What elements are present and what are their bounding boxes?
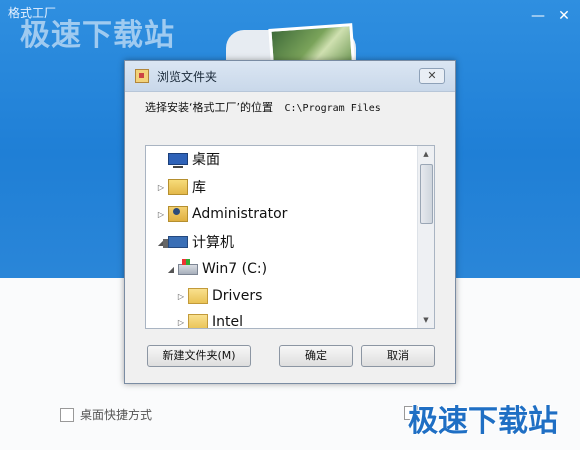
tree-item-drive-c[interactable]: ◢ Win7 (C:) <box>166 258 267 280</box>
user-folder-icon <box>168 206 188 222</box>
tree-item-label: Drivers <box>212 288 263 304</box>
tree-item-intel[interactable]: ▷ Intel <box>176 311 243 329</box>
dialog-titlebar: 浏览文件夹 <box>125 61 455 92</box>
tree-item-library[interactable]: ▷ 库 <box>156 176 206 198</box>
scroll-up-icon[interactable]: ▲ <box>418 146 434 162</box>
tree-item-label: 桌面 <box>192 152 220 168</box>
ok-button[interactable]: 确定 <box>279 345 353 367</box>
tree-item-desktop[interactable]: 桌面 <box>156 148 220 170</box>
dialog-app-icon <box>135 69 149 83</box>
new-folder-button[interactable]: 新建文件夹(M) <box>147 345 251 367</box>
watermark-top: 极速下载站 <box>20 18 175 53</box>
dialog-title: 浏览文件夹 <box>157 69 218 84</box>
desktop-shortcut-option[interactable]: 桌面快捷方式 <box>60 406 152 423</box>
expand-arrow-icon[interactable]: ▷ <box>176 292 186 301</box>
dialog-close-button[interactable]: ✕ <box>419 68 445 84</box>
collapse-arrow-icon[interactable]: ◢ <box>166 265 176 274</box>
scroll-down-icon[interactable]: ▼ <box>418 312 434 328</box>
tree-item-label: 库 <box>192 180 206 196</box>
minimize-button[interactable]: — <box>530 8 546 24</box>
tree-item-label: 计算机 <box>192 235 234 251</box>
folder-icon <box>188 288 208 304</box>
close-button[interactable]: ✕ <box>556 8 572 24</box>
watermark-bottom: 极速下载站 <box>408 404 558 439</box>
expand-arrow-icon[interactable]: ▷ <box>156 210 166 219</box>
desktop-shortcut-label: 桌面快捷方式 <box>80 408 153 422</box>
computer-icon <box>163 236 188 248</box>
expand-arrow-icon[interactable]: ▷ <box>176 318 186 327</box>
prompt-text: 选择安装‘格式工厂’的位置 <box>145 101 273 114</box>
tree-item-label: Administrator <box>192 206 288 222</box>
drive-icon <box>178 258 198 275</box>
library-icon <box>168 179 188 195</box>
desktop-icon <box>168 153 188 168</box>
tree-item-label: Win7 (C:) <box>202 261 268 277</box>
tree-item-computer[interactable]: ◢ 计算机 <box>156 231 234 253</box>
cancel-button[interactable]: 取消 <box>361 345 435 367</box>
folder-icon <box>188 314 208 328</box>
dialog-prompt: 选择安装‘格式工厂’的位置 C:\Program Files <box>145 99 381 115</box>
tree-item-drivers[interactable]: ▷ Drivers <box>176 285 262 307</box>
expand-arrow-icon[interactable]: ▷ <box>156 183 166 192</box>
desktop-shortcut-checkbox[interactable] <box>60 407 74 422</box>
tree-item-administrator[interactable]: ▷ Administrator <box>156 203 287 225</box>
tree-scrollbar[interactable]: ▲ ▼ <box>417 146 434 328</box>
browse-folder-dialog: 浏览文件夹 ✕ 选择安装‘格式工厂’的位置 C:\Program Files 桌… <box>124 60 456 384</box>
tree-item-label: Intel <box>212 314 243 329</box>
folder-tree[interactable]: 桌面 ▷ 库 ▷ Administrator ◢ 计算机 ◢ Win7 (C:)… <box>145 145 435 329</box>
current-path: C:\Program Files <box>284 103 381 114</box>
scroll-thumb[interactable] <box>420 164 433 224</box>
